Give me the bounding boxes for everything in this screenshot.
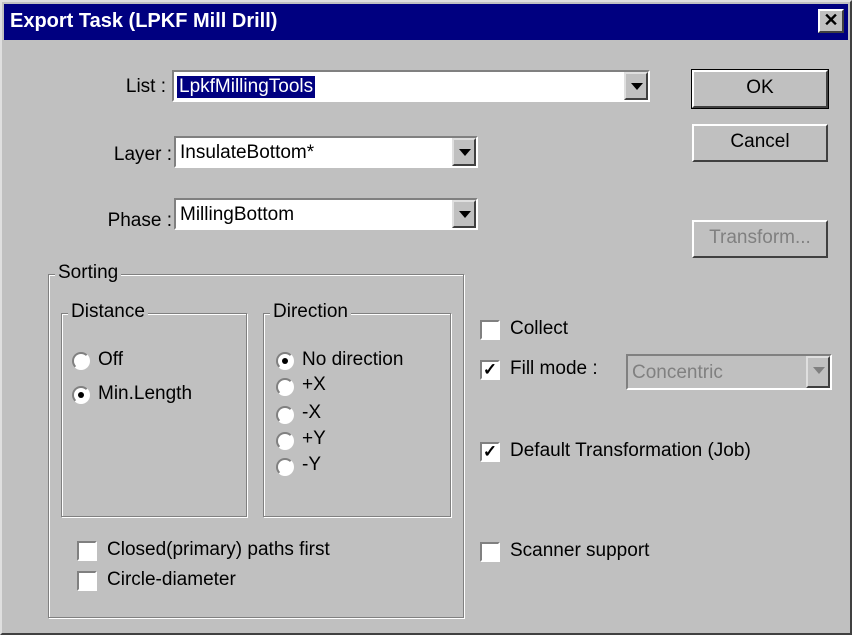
layer-label: Layer : — [113, 144, 172, 165]
fill-mode-checkbox[interactable]: ✓ — [480, 360, 500, 380]
radio-minus-x[interactable] — [276, 406, 294, 424]
closed-paths-first-label: Closed(primary) paths first — [107, 539, 330, 560]
checkmark-icon: ✓ — [482, 360, 498, 379]
chevron-down-icon[interactable] — [624, 72, 648, 100]
title-bar[interactable]: Export Task (LPKF Mill Drill) ✕ — [4, 4, 848, 40]
close-icon: ✕ — [823, 10, 839, 30]
scanner-support-label: Scanner support — [510, 540, 650, 561]
layer-combo[interactable]: InsulateBottom* — [174, 136, 478, 168]
radio-no-direction[interactable] — [276, 352, 294, 370]
distance-label: Distance — [68, 301, 148, 323]
phase-combo[interactable]: MillingBottom — [174, 198, 478, 230]
fill-mode-label: Fill mode : — [510, 358, 598, 379]
sorting-label: Sorting — [55, 262, 122, 284]
option-no-direction-label: No direction — [302, 349, 404, 370]
closed-paths-first-checkbox[interactable] — [77, 541, 97, 561]
scanner-support-checkbox[interactable] — [480, 542, 500, 562]
radio-plus-x[interactable] — [276, 378, 294, 396]
option-off-label: Off — [98, 349, 123, 370]
list-label: List : — [125, 76, 166, 97]
option-plus-y-label: +Y — [302, 428, 326, 449]
window-title: Export Task (LPKF Mill Drill) — [10, 10, 278, 32]
circle-diameter-checkbox[interactable] — [77, 571, 97, 591]
option-minus-x-label: -X — [302, 402, 321, 423]
chevron-down-icon[interactable] — [452, 138, 476, 166]
circle-diameter-label: Circle-diameter — [107, 569, 236, 590]
default-transformation-label: Default Transformation (Job) — [510, 440, 751, 461]
close-button[interactable]: ✕ — [818, 9, 844, 33]
option-min-length-label: Min.Length — [98, 383, 193, 404]
export-task-dialog: Export Task (LPKF Mill Drill) ✕ List : L… — [0, 0, 852, 635]
transform-button[interactable]: Transform... — [692, 220, 828, 258]
fill-mode-combo[interactable]: Concentric — [626, 354, 832, 390]
option-plus-x-label: +X — [302, 374, 326, 395]
fill-mode-value: Concentric — [632, 362, 723, 383]
radio-minus-y[interactable] — [276, 458, 294, 476]
list-value: LpkfMillingTools — [177, 76, 316, 98]
default-transformation-checkbox[interactable]: ✓ — [480, 442, 500, 462]
layer-value: InsulateBottom* — [180, 142, 315, 163]
checkmark-icon: ✓ — [482, 442, 498, 461]
direction-label: Direction — [270, 301, 351, 323]
radio-off[interactable] — [72, 352, 90, 370]
cancel-button[interactable]: Cancel — [692, 124, 828, 162]
distance-group: Distance Off Min.Length — [61, 301, 247, 517]
collect-checkbox[interactable] — [480, 320, 500, 340]
phase-label: Phase : — [107, 210, 172, 231]
phase-value: MillingBottom — [180, 204, 295, 225]
collect-label: Collect — [510, 318, 569, 339]
chevron-down-icon[interactable] — [806, 356, 830, 388]
direction-group: Direction No direction +X -X +Y -Y — [263, 301, 451, 517]
radio-min-length[interactable] — [72, 386, 90, 404]
radio-plus-y[interactable] — [276, 432, 294, 450]
option-minus-y-label: -Y — [302, 454, 321, 475]
chevron-down-icon[interactable] — [452, 200, 476, 228]
ok-button[interactable]: OK — [691, 69, 829, 109]
sorting-group: Sorting Distance Off Min.Length Directio… — [48, 262, 464, 618]
list-combo[interactable]: LpkfMillingTools — [172, 70, 650, 102]
